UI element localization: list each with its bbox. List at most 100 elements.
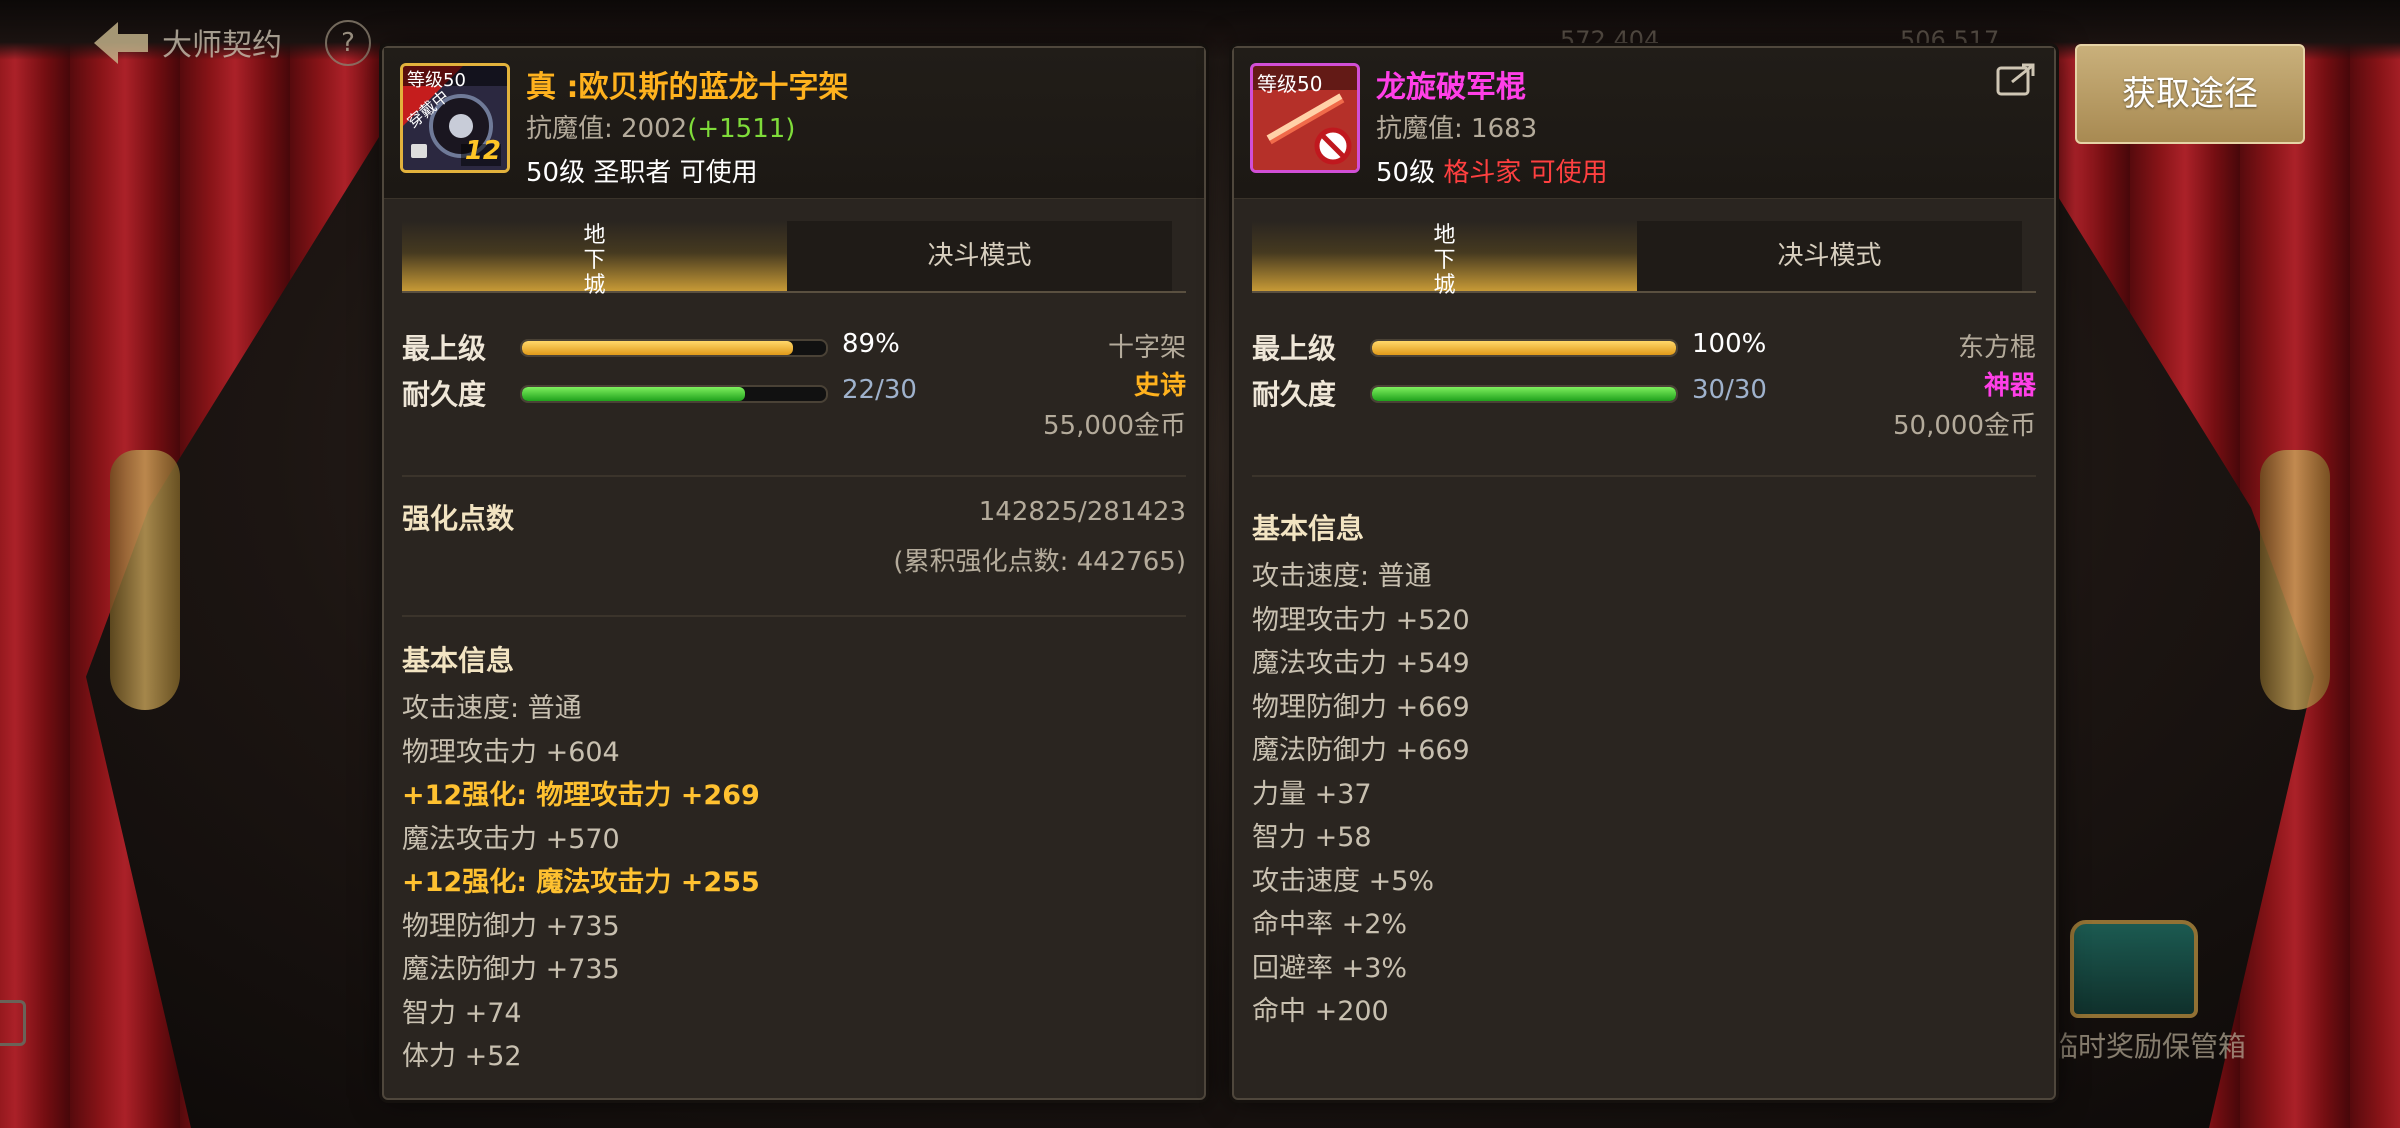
basic-info-list: 攻击速度: 普通物理攻击力 +520 魔法攻击力 +549 物理防御力 +669 魔法…	[1252, 555, 2036, 1034]
tab-dungeon[interactable]: 地下城	[402, 221, 787, 298]
info-line: 回避率 +3%	[1252, 952, 1408, 984]
durability-value: 22/30	[842, 375, 917, 405]
info-line: 物理防御力 +669	[1252, 691, 1470, 723]
info-line: 魔法防御力 +735	[402, 954, 620, 985]
grade-label: 最上级	[402, 332, 487, 365]
item-price: 55,000金币	[1043, 411, 1186, 441]
back-arrow-icon[interactable]	[88, 18, 158, 68]
item-rarity: 史诗	[1133, 371, 1186, 401]
resist-value: 2002	[621, 114, 688, 144]
grade-percent: 100%	[1692, 329, 1767, 359]
durability-label: 耐久度	[1252, 378, 1337, 411]
resist-value: 1683	[1471, 114, 1538, 144]
item-price: 50,000金币	[1893, 411, 2036, 441]
tab-dungeon-label: 地下城	[583, 223, 606, 298]
item-header: 等级50 穿戴中 12 真 :欧贝斯的蓝龙十字架 抗魔值: 2002(+1511…	[384, 48, 1204, 199]
info-line: 魔法攻击力 +570	[402, 823, 620, 855]
mode-tabs: 地下城 决斗模式	[402, 221, 1186, 298]
mode-tabs: 地下城 决斗模式	[1252, 221, 2036, 298]
item-type: 东方棍	[1957, 333, 2036, 363]
enhance-title: 强化点数	[402, 502, 515, 535]
right-tassel	[2260, 450, 2330, 710]
enhance-total: (累积强化点数: 442765)	[893, 547, 1186, 577]
req-level: 50级	[1376, 158, 1436, 188]
item-type: 十字架	[1107, 333, 1186, 363]
grade-bar-fill	[522, 341, 793, 355]
grade-percent: 89%	[842, 329, 900, 359]
divider	[1252, 475, 2036, 477]
durability-value: 30/30	[1692, 375, 1767, 405]
divider	[402, 615, 1186, 617]
requirement: 50级 格斗家 可使用	[1376, 152, 1608, 189]
req-usable: 可使用	[679, 158, 758, 188]
basic-info-list: 攻击速度: 普通物理攻击力 +604 +12强化: 物理攻击力 +269 魔法攻击力…	[402, 687, 1186, 1079]
info-line: 体力 +52	[402, 1041, 522, 1072]
basic-info-title: 基本信息	[1252, 512, 1365, 545]
item-stats: 最上级 100% 耐久度 30/30 东方棍 神器 50,000金币	[1252, 317, 2036, 457]
durability-bar-fill	[522, 387, 745, 401]
item-tooltip-left: 等级50 穿戴中 12 真 :欧贝斯的蓝龙十字架 抗魔值: 2002(+1511…	[382, 46, 1206, 1100]
req-class: 圣职者	[593, 158, 672, 188]
help-icon[interactable]: ?	[325, 20, 371, 66]
obtain-method-button[interactable]: 获取途径	[2075, 44, 2305, 144]
basic-info-title: 基本信息	[402, 644, 515, 677]
req-usable: 可使用	[1529, 158, 1608, 188]
info-line: 物理攻击力 +520	[1252, 604, 1470, 636]
left-tassel	[110, 450, 180, 710]
grade-bar	[1370, 339, 1678, 357]
info-line: +12强化: 物理攻击力 +269	[402, 780, 760, 811]
enhance-level-badge: 12	[464, 136, 501, 166]
side-toggle-icon[interactable]	[0, 1000, 26, 1046]
info-line: 攻击速度 +5%	[1252, 865, 1435, 897]
durability-bar	[520, 385, 828, 403]
grade-bar	[520, 339, 828, 357]
info-line: 魔法攻击力 +549	[1252, 648, 1470, 679]
grade-label: 最上级	[1252, 332, 1337, 365]
info-line: 物理攻击力 +604	[402, 736, 620, 768]
req-class: 格斗家	[1443, 158, 1522, 188]
grade-bar-fill	[1372, 341, 1676, 355]
divider	[402, 475, 1186, 477]
icon-level-badge: 等级50	[1257, 72, 1323, 96]
enhance-points: 强化点数 142825/281423 (累积强化点数: 442765)	[402, 497, 1186, 597]
item-header: 等级50 龙旋破军棍 抗魔值: 1683 50级 格斗家 可使用	[1234, 48, 2054, 199]
info-line: +12强化: 魔法攻击力 +255	[402, 867, 760, 898]
info-line: 智力 +58	[1252, 822, 1372, 853]
resist-bonus: (+1511)	[687, 114, 796, 144]
info-line: 魔法防御力 +669	[1252, 735, 1470, 766]
info-line: 攻击速度: 普通	[1252, 561, 1432, 592]
screen-title: 大师契约	[162, 28, 282, 63]
item-icon: 等级50	[1250, 63, 1360, 173]
item-stats: 最上级 89% 耐久度 22/30 十字架 史诗 55,000金币	[402, 317, 1186, 457]
basic-info: 基本信息 攻击速度: 普通物理攻击力 +604 +12强化: 物理攻击力 +269…	[402, 639, 1186, 1079]
item-rarity: 神器	[1983, 371, 2036, 401]
item-icon: 等级50 穿戴中 12	[400, 63, 510, 173]
info-line: 力量 +37	[1252, 778, 1372, 810]
info-line: 命中率 +2%	[1252, 909, 1408, 940]
requirement: 50级 圣职者 可使用	[526, 152, 758, 189]
magic-resist: 抗魔值: 1683	[1376, 108, 1537, 145]
basic-info: 基本信息 攻击速度: 普通物理攻击力 +520 魔法攻击力 +549 物理防御力 +…	[1252, 507, 2036, 1034]
chest-label: 临时奖励保管箱	[2050, 1030, 2247, 1063]
info-line: 物理防御力 +735	[402, 910, 620, 942]
enhance-value: 142825/281423	[978, 497, 1186, 527]
resist-label: 抗魔值:	[1376, 114, 1463, 144]
info-line: 智力 +74	[402, 997, 522, 1029]
resist-label: 抗魔值:	[526, 114, 613, 144]
req-level: 50级	[526, 158, 586, 188]
durability-bar	[1370, 385, 1678, 403]
tab-dungeon-label: 地下城	[1433, 223, 1456, 298]
share-icon[interactable]	[1996, 62, 2036, 96]
magic-resist: 抗魔值: 2002(+1511)	[526, 108, 795, 145]
item-tooltip-right: 等级50 龙旋破军棍 抗魔值: 1683 50级 格斗家 可使用 地下城 决斗模…	[1232, 46, 2056, 1100]
reward-chest-icon[interactable]	[2070, 920, 2198, 1018]
info-line: 攻击速度: 普通	[402, 693, 582, 724]
info-line: 命中 +200	[1252, 996, 1389, 1027]
tab-dungeon[interactable]: 地下城	[1252, 221, 1637, 298]
durability-label: 耐久度	[402, 378, 487, 411]
tab-pvp[interactable]: 决斗模式	[787, 221, 1172, 291]
item-name: 龙旋破军棍	[1376, 70, 1526, 105]
tab-pvp[interactable]: 决斗模式	[1637, 221, 2022, 291]
durability-bar-fill	[1372, 387, 1676, 401]
item-name: 真 :欧贝斯的蓝龙十字架	[526, 70, 849, 105]
